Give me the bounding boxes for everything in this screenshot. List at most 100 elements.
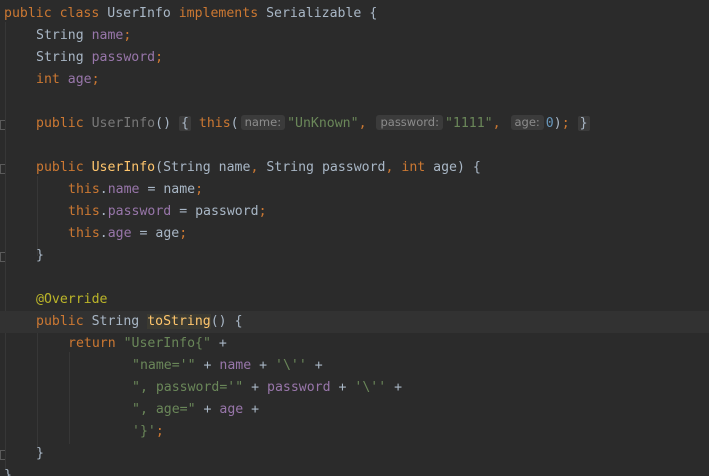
- brace: }: [4, 468, 12, 476]
- string-literal: "UserInfo{": [123, 336, 211, 351]
- code-line[interactable]: public UserInfo() { this(name: "UnKnown",…: [0, 113, 709, 135]
- operator: +: [203, 402, 212, 417]
- type: String: [163, 160, 211, 175]
- operator: +: [394, 380, 403, 395]
- keyword: this: [68, 182, 100, 197]
- param-hint: name:: [240, 115, 286, 130]
- comma: ,: [385, 160, 394, 175]
- field-name: password: [267, 380, 331, 395]
- code-line[interactable]: String name;: [0, 25, 709, 47]
- keyword: this: [68, 204, 100, 219]
- keyword: public: [36, 160, 84, 175]
- constructor-name: UserInfo: [91, 116, 156, 131]
- keyword: class: [59, 6, 100, 21]
- keyword: public: [36, 116, 84, 131]
- semicolon: ;: [179, 226, 188, 241]
- string-literal: ", password='": [132, 380, 244, 395]
- constructor-name: UserInfo: [91, 160, 156, 175]
- code-line[interactable]: this.password = password;: [0, 201, 709, 223]
- keyword: this: [198, 116, 231, 131]
- comma: ,: [250, 160, 259, 175]
- operator: +: [203, 358, 212, 373]
- type: int: [401, 160, 426, 175]
- param-hint: age:: [510, 115, 544, 130]
- keyword: return: [68, 336, 116, 351]
- comma: ,: [358, 116, 367, 131]
- code-line[interactable]: }: [0, 245, 709, 267]
- paren: ): [456, 160, 465, 175]
- dot: .: [99, 182, 108, 197]
- parens: (): [155, 116, 172, 131]
- code-line[interactable]: }: [0, 443, 709, 465]
- type: String: [266, 160, 314, 175]
- field-name: age: [219, 402, 244, 417]
- code-line[interactable]: String password;: [0, 47, 709, 69]
- param-name: name: [163, 182, 196, 197]
- brace: {: [369, 6, 378, 21]
- semicolon: ;: [91, 72, 100, 87]
- paren: ): [553, 116, 562, 131]
- type: String: [36, 50, 84, 65]
- type: String: [36, 28, 84, 43]
- code-line[interactable]: public class UserInfo implements Seriali…: [0, 3, 709, 25]
- semicolon: ;: [195, 182, 204, 197]
- code-line[interactable]: return "UserInfo{" +: [0, 333, 709, 355]
- char-literal: '}': [132, 424, 156, 439]
- code-line[interactable]: this.age = age;: [0, 223, 709, 245]
- keyword: this: [68, 226, 100, 241]
- field-name: age: [67, 72, 92, 87]
- annotation: @Override: [36, 292, 108, 307]
- operator: +: [314, 358, 323, 373]
- operator: +: [251, 402, 260, 417]
- folded-close-brace[interactable]: }: [577, 116, 590, 131]
- param-name: age: [155, 226, 180, 241]
- field-name: name: [107, 182, 140, 197]
- interface-name: Serializable: [266, 6, 362, 21]
- folded-open-brace[interactable]: {: [178, 116, 191, 131]
- operator: =: [179, 204, 188, 219]
- operator: +: [251, 380, 260, 395]
- brace: {: [472, 160, 481, 175]
- char-literal: '\'': [354, 380, 387, 395]
- field-name: name: [91, 28, 124, 43]
- string-literal: "1111": [444, 116, 493, 131]
- param-name: name: [218, 160, 251, 175]
- code-line[interactable]: public UserInfo(String name, String pass…: [0, 157, 709, 179]
- semicolon: ;: [123, 28, 132, 43]
- char-literal: '\'': [275, 358, 307, 373]
- field-name: age: [107, 226, 132, 241]
- semicolon: ;: [155, 50, 164, 65]
- code-line[interactable]: int age;: [0, 69, 709, 91]
- code-line-current[interactable]: public String toString() {: [0, 311, 709, 333]
- operator: =: [139, 226, 148, 241]
- dot: .: [99, 204, 108, 219]
- paren: (: [230, 116, 239, 131]
- code-editor[interactable]: public class UserInfo implements Seriali…: [0, 0, 709, 476]
- code-line[interactable]: }: [0, 465, 709, 476]
- field-name: password: [91, 50, 156, 65]
- paren: (: [155, 160, 164, 175]
- code-line[interactable]: this.name = name;: [0, 179, 709, 201]
- operator: +: [338, 380, 347, 395]
- code-line[interactable]: "name='" + name + '\'' +: [0, 355, 709, 377]
- keyword: implements: [178, 6, 259, 21]
- code-line[interactable]: ", password='" + password + '\'' +: [0, 377, 709, 399]
- brace: {: [234, 314, 243, 329]
- code-line[interactable]: @Override: [0, 289, 709, 311]
- code-line[interactable]: ", age=" + age +: [0, 399, 709, 421]
- operator: =: [147, 182, 156, 197]
- field-name: password: [107, 204, 172, 219]
- brace: }: [36, 248, 44, 263]
- param-hint: password:: [376, 115, 443, 130]
- brace: }: [36, 446, 44, 461]
- semicolon: ;: [561, 116, 570, 131]
- string-literal: ", age=": [132, 402, 196, 417]
- comma: ,: [492, 116, 501, 131]
- dot: .: [99, 226, 108, 241]
- type: int: [36, 72, 60, 87]
- semicolon: ;: [258, 204, 267, 219]
- operator: +: [259, 358, 268, 373]
- keyword: public: [4, 6, 52, 21]
- code-line[interactable]: '}';: [0, 421, 709, 443]
- param-name: password: [195, 204, 259, 219]
